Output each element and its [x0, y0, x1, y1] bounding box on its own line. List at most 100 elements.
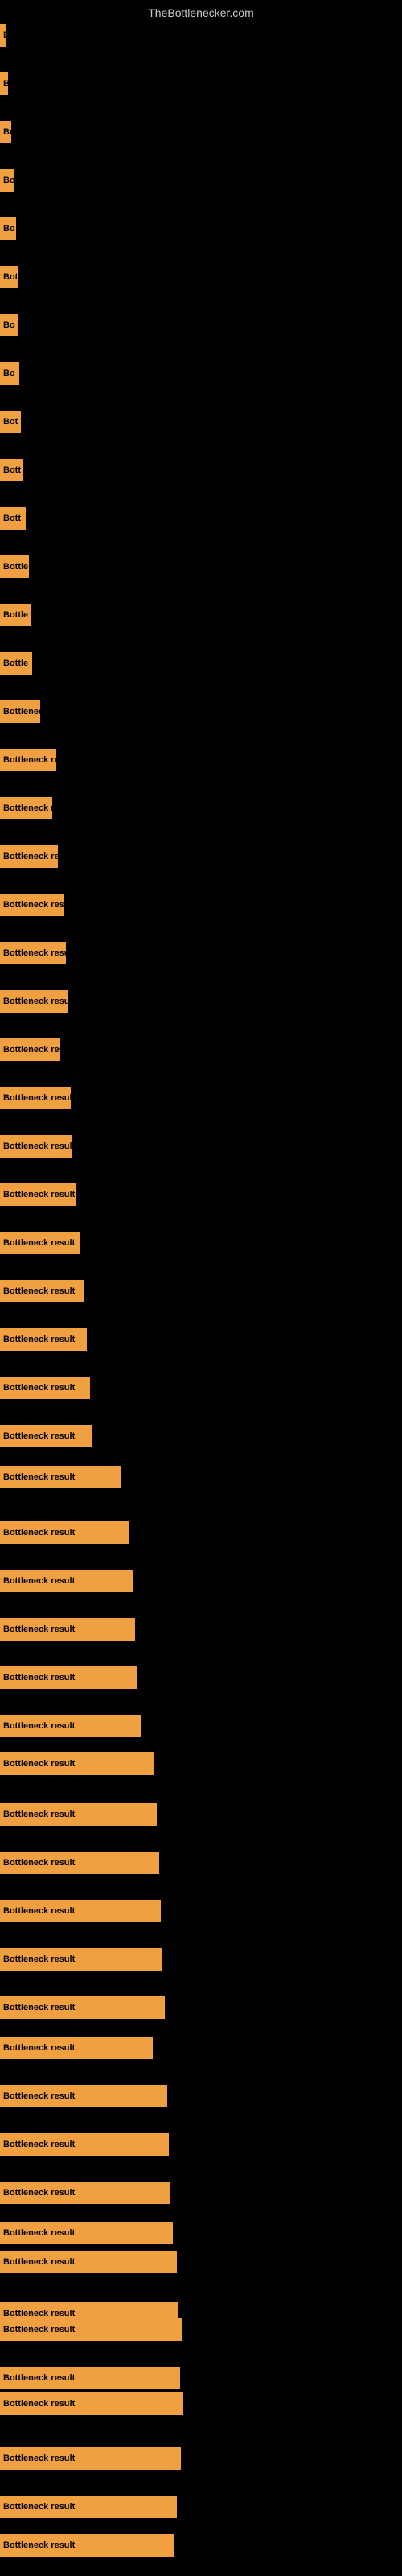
bar-row: Bottleneck result [0, 2367, 180, 2389]
bar-label: Bot [3, 417, 18, 427]
bar-row: Bot [0, 411, 21, 433]
bar: Bottleneck result [0, 1715, 141, 1737]
bar-label: Bottleneck result [3, 2043, 75, 2053]
bar-label: Bo [3, 175, 14, 185]
bar-row: Bottleneck result [0, 2222, 173, 2244]
bar: Bo [0, 314, 18, 336]
bar-label: Bo [3, 320, 15, 330]
bar-row: Bottle [0, 555, 29, 578]
bar: Bottleneck result [0, 2534, 174, 2557]
bar-row: Bottleneck resu [0, 749, 56, 771]
bar-row: B [0, 72, 8, 95]
bar-row: Bottleneck result [0, 1466, 121, 1488]
bar-label: Bottleneck resu [3, 1045, 60, 1055]
bar-label: Bottleneck result [3, 1190, 75, 1199]
site-title: TheBottlenecker.com [0, 0, 402, 23]
bar-label: Bottleneck result [3, 2091, 75, 2101]
bar-label: Bottleneck result [3, 1858, 75, 1868]
bar-row: Bottleneck result [0, 1618, 135, 1641]
bar: Bottle [0, 604, 31, 626]
bar-row: Bottleneck result [0, 2133, 169, 2156]
bar-label: Bottleneck resu [3, 852, 58, 861]
bar-label: Bottle [3, 610, 28, 620]
bar-row: Bottleneck result [0, 1570, 133, 1592]
bar-label: Bottleneck result [3, 1528, 75, 1538]
bar-row: Bottleneck resu [0, 1038, 60, 1061]
bar-label: Bottleneck result [3, 1431, 75, 1441]
bar-row: Bottleneck result [0, 2318, 182, 2341]
bar: Bottleneck result [0, 1618, 135, 1641]
bar: Bottleneck result [0, 1752, 154, 1775]
bar-label: Bottleneck result [3, 2399, 75, 2409]
bar-row: Bo [0, 121, 11, 143]
bar-label: Bott [3, 465, 21, 475]
bar: Bottleneck result [0, 1666, 137, 1689]
bar: Bottleneck result [0, 2496, 177, 2518]
bar-label: Bottleneck result [3, 2140, 75, 2149]
bar: Bottleneck resu [0, 749, 56, 771]
bar-row: Bottleneck result [0, 1377, 90, 1399]
bar-row: Bottleneck result [0, 1852, 159, 1874]
bar-row: Bottleneck result [0, 1666, 137, 1689]
bar: Bo [0, 121, 11, 143]
bar-row: Bottleneck result [0, 1715, 141, 1737]
bar-label: B [3, 79, 8, 89]
bar-label: Bottleneck result [3, 2454, 75, 2463]
bar-label: Bottleneck result [3, 1906, 75, 1916]
bar-label: Bott [3, 514, 21, 523]
bar-row: Bottleneck result [0, 1328, 87, 1351]
bar-row: Bottleneck result [0, 2534, 174, 2557]
bar-row: Bo [0, 362, 19, 385]
bar-label: Bottleneck result [3, 2309, 75, 2318]
bar: Bottleneck result [0, 2251, 177, 2273]
bar-row: Bott [0, 459, 23, 481]
bar-label: Bottleneck resu [3, 755, 56, 765]
bar-row: Bott [0, 507, 26, 530]
bar-label: Bottleneck result [3, 1383, 75, 1393]
bar: Bottleneck result [0, 2447, 181, 2470]
bar: Bottleneck r [0, 797, 52, 819]
bar: Bottleneck result [0, 2222, 173, 2244]
bar: Bottleneck result [0, 894, 64, 916]
bar: Bo [0, 217, 16, 240]
bar: Bottleneck result [0, 1521, 129, 1544]
bar-row: Bottleneck result [0, 2496, 177, 2518]
bar-row: Bottleneck result [0, 1996, 165, 2019]
bar-row: Bot [0, 266, 18, 288]
bar-row: Bottleneck r [0, 797, 52, 819]
bar-row: Bottleneck result [0, 2392, 183, 2415]
bar-row: Bottleneck result [0, 1183, 76, 1206]
bar: Bottleneck result [0, 1087, 71, 1109]
bar-label: Bottle [3, 562, 28, 572]
bar: Bottleneck result [0, 2367, 180, 2389]
bar: Bot [0, 411, 21, 433]
bar-row: Bottleneck result [0, 990, 68, 1013]
bar-row: Bottleneck result [0, 2447, 181, 2470]
bar-label: Bo [3, 127, 11, 137]
bar-row: Bo [0, 314, 18, 336]
bar-label: Bottleneck result [3, 2541, 75, 2550]
bar-label: Bottleneck result [3, 2257, 75, 2267]
bar: Bottleneck result [0, 1425, 92, 1447]
bar-label: Bottleneck result [3, 1673, 75, 1682]
bar: Bottleneck result [0, 1183, 76, 1206]
bar-label: Bottleneck result [3, 1624, 75, 1634]
bar-row: Bottleneck result [0, 2182, 170, 2204]
bar-label: Bottleneck result [3, 1093, 71, 1103]
bar: Bottleneck resu [0, 1038, 60, 1061]
bar: Bottleneck result [0, 2392, 183, 2415]
bar-label: Bottleneck result [3, 1472, 75, 1482]
bar-label: B [3, 31, 6, 40]
bar-label: Bottleneck result [3, 1759, 75, 1769]
bar-row: Bottleneck result [0, 1752, 154, 1775]
bar: Bottleneck result [0, 1900, 161, 1922]
bar-label: Bottleneck result [3, 948, 66, 958]
bar-row: Bottleneck result [0, 942, 66, 964]
bar-label: Bottleneck result [3, 1238, 75, 1248]
bar-label: Bottleneck result [3, 2228, 75, 2238]
bar-label: Bottleneck result [3, 2188, 75, 2198]
bar-label: Bottleneck result [3, 1141, 72, 1151]
bar-label: Bottleneck result [3, 2325, 75, 2334]
bar: Bottleneck result [0, 1280, 84, 1302]
bar: Bottleneck result [0, 942, 66, 964]
